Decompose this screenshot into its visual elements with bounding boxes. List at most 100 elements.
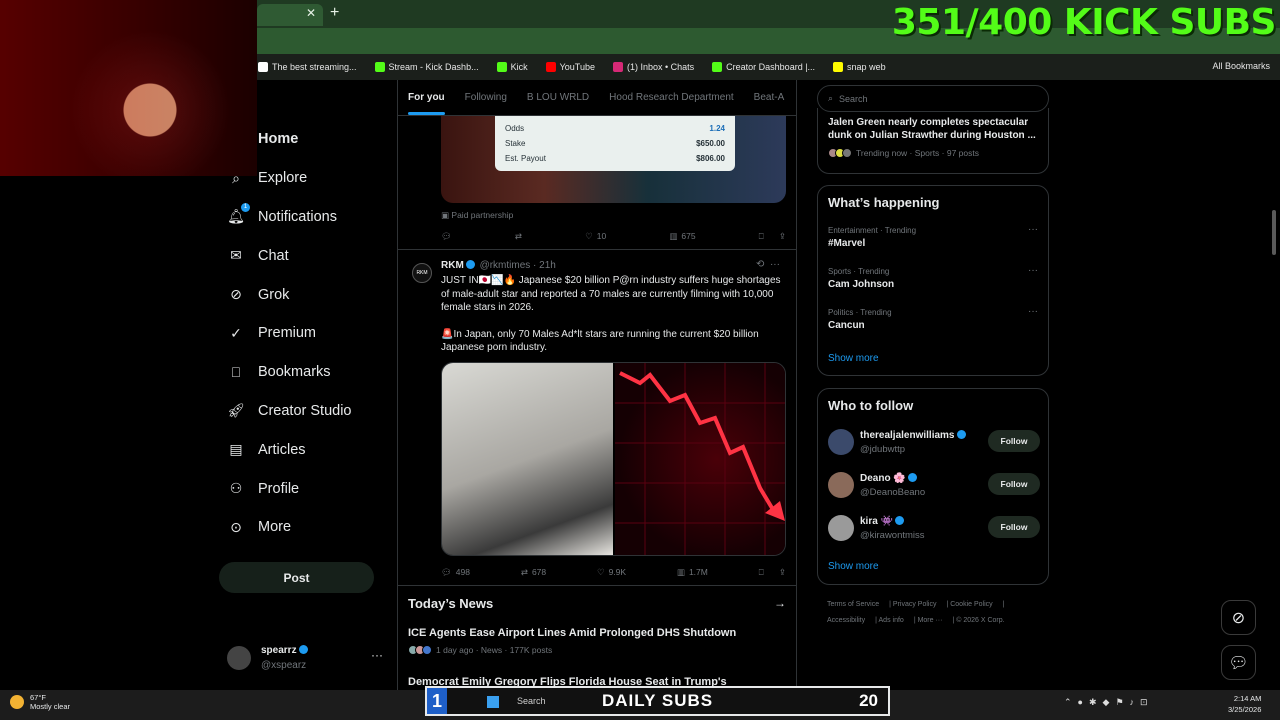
bookmark-item[interactable]: YouTube bbox=[545, 62, 595, 72]
news-headline[interactable]: ICE Agents Ease Airport Lines Amid Prolo… bbox=[408, 627, 736, 639]
trend-item[interactable]: Entertainment · Trending #Marvel ··· bbox=[828, 224, 1040, 249]
premium-icon: ✓ bbox=[230, 324, 242, 341]
nav-bookmarks[interactable]: ⎕ Bookmarks bbox=[218, 353, 388, 392]
more-icon[interactable]: ··· bbox=[1028, 224, 1038, 235]
downtrend-graphic bbox=[615, 363, 785, 555]
footer-link[interactable]: Cookie Policy bbox=[950, 601, 992, 608]
post-media[interactable]: Odds 1.24 Stake $650.00 Est. Payout $806.00 bbox=[441, 116, 786, 203]
account-switcher[interactable]: spearrz @xspearz ··· bbox=[227, 644, 387, 674]
arrow-right-icon[interactable]: → bbox=[774, 596, 786, 610]
chat-icon[interactable]: 💬︎ bbox=[1221, 645, 1256, 680]
nav-home[interactable]: Home bbox=[218, 120, 388, 159]
follow-button[interactable]: Follow bbox=[988, 516, 1040, 538]
search-input[interactable]: ⌕ Search bbox=[817, 85, 1049, 112]
post-time[interactable]: 21h bbox=[539, 260, 556, 271]
snapchat-icon bbox=[833, 62, 844, 72]
footer-link[interactable]: Accessibility bbox=[827, 617, 865, 624]
nav-creator-studio[interactable]: 🚀︎ Creator Studio bbox=[218, 392, 388, 431]
more-icon[interactable]: ··· bbox=[371, 648, 383, 662]
trending-now-card[interactable]: Jalen Green nearly completes spectacular… bbox=[817, 108, 1049, 174]
author-name[interactable]: RKM bbox=[441, 260, 464, 271]
follow-button[interactable]: Follow bbox=[988, 430, 1040, 452]
account-handle: @xspearz bbox=[261, 660, 307, 671]
reply-icon[interactable]: 💬︎ bbox=[441, 231, 452, 242]
nav-more[interactable]: ⊙ More bbox=[218, 508, 388, 547]
repost-button[interactable]: ⇄ 678 bbox=[521, 567, 546, 578]
trend-item[interactable]: Sports · Trending Cam Johnson ··· bbox=[828, 265, 1040, 290]
grok-icon[interactable]: ⊘ bbox=[1221, 600, 1256, 635]
tab-following[interactable]: Following bbox=[465, 92, 507, 103]
weather-widget[interactable]: 67°F Mostly clear bbox=[10, 693, 70, 711]
footer-link[interactable]: Terms of Service bbox=[827, 601, 879, 608]
scrollbar[interactable] bbox=[1272, 210, 1276, 255]
news-section-title[interactable]: Today’s News bbox=[408, 596, 493, 611]
grok-icon[interactable]: ⟲ bbox=[756, 259, 764, 270]
follow-suggestion[interactable]: kira 👾 @kirawontmiss Follow bbox=[828, 515, 1040, 545]
bookmark-icon[interactable]: ⎕ bbox=[759, 231, 764, 242]
new-tab-icon[interactable]: + bbox=[330, 4, 339, 22]
post-header: RKM @rkmtimes · 21h bbox=[441, 260, 556, 271]
bookmark-item[interactable]: The best streaming... bbox=[258, 62, 357, 72]
share-actions: ⎕ ⇪ bbox=[759, 231, 786, 242]
footer-link[interactable]: Privacy Policy bbox=[893, 601, 937, 608]
bookmark-icon[interactable]: ⎕ bbox=[759, 567, 764, 578]
follow-suggestion[interactable]: therealjalenwilliams @jdubwttp Follow bbox=[828, 429, 1040, 459]
moon-weather-icon bbox=[10, 695, 24, 709]
author-handle[interactable]: @rkmtimes bbox=[480, 260, 531, 271]
clock[interactable]: 2:14 AM 3/25/2026 bbox=[1228, 693, 1261, 715]
post-media[interactable] bbox=[441, 362, 786, 556]
more-icon[interactable]: ··· bbox=[1028, 265, 1038, 276]
system-tray[interactable]: ⌃●✱◆⚑♪⊡ bbox=[1064, 697, 1154, 708]
follow-button[interactable]: Follow bbox=[988, 473, 1040, 495]
post-photo[interactable] bbox=[615, 363, 785, 555]
taskbar-search[interactable]: Search bbox=[517, 696, 546, 706]
repost-icon[interactable]: ⇄ bbox=[515, 231, 522, 242]
bet-slip: Odds 1.24 Stake $650.00 Est. Payout $806.00 bbox=[495, 116, 735, 171]
tab-b-lou-wrld[interactable]: B LOU WRLD bbox=[527, 92, 589, 103]
show-more-link[interactable]: Show more bbox=[828, 561, 879, 572]
trend-item[interactable]: Politics · Trending Cancun ··· bbox=[828, 306, 1040, 331]
views-button[interactable]: ▥ 675 bbox=[669, 231, 695, 242]
bookmark-icon: ⎕ bbox=[231, 363, 241, 380]
nav-premium[interactable]: ✓ Premium bbox=[218, 314, 388, 353]
avatar bbox=[828, 429, 854, 455]
post-button[interactable]: Post bbox=[219, 562, 374, 593]
tab-beat-a[interactable]: Beat-A bbox=[754, 92, 785, 103]
like-button[interactable]: ♡ 10 bbox=[585, 231, 606, 242]
bookmark-item[interactable]: Stream - Kick Dashb... bbox=[374, 62, 479, 72]
nav-explore[interactable]: ⌕ Explore bbox=[218, 159, 388, 198]
more-icon[interactable]: ··· bbox=[770, 259, 780, 270]
daily-subs-count: 20 bbox=[859, 691, 878, 710]
more-icon[interactable]: ··· bbox=[1028, 306, 1038, 317]
post-photo[interactable] bbox=[442, 363, 613, 555]
bookmark-item[interactable]: Kick bbox=[496, 62, 528, 72]
kick-icon bbox=[496, 62, 507, 72]
share-icon[interactable]: ⇪ bbox=[779, 567, 786, 578]
nav-chat[interactable]: ✉ Chat bbox=[218, 236, 388, 275]
show-more-link[interactable]: Show more bbox=[828, 353, 879, 364]
bookmark-item[interactable]: (1) Inbox • Chats bbox=[612, 62, 694, 72]
post-options: ⟲ ··· bbox=[756, 259, 780, 270]
avatar[interactable]: RKM bbox=[412, 263, 432, 283]
reply-button[interactable]: 💬︎ 498 bbox=[441, 567, 470, 578]
mail-icon: ✉ bbox=[230, 247, 242, 264]
tab-hood-research[interactable]: Hood Research Department bbox=[609, 92, 734, 103]
all-bookmarks-button[interactable]: All Bookmarks bbox=[1212, 61, 1270, 71]
windows-start-icon[interactable] bbox=[487, 696, 499, 708]
nav-profile[interactable]: ⚇ Profile bbox=[218, 469, 388, 508]
paid-partnership-label: ▣ Paid partnership bbox=[441, 210, 514, 220]
follow-suggestion[interactable]: Deano 🌸 @DeanoBeano Follow bbox=[828, 472, 1040, 502]
close-tab-icon[interactable]: ✕ bbox=[306, 6, 316, 20]
views-button[interactable]: ▥ 1.7M bbox=[677, 567, 708, 578]
like-button[interactable]: ♡ 9.9K bbox=[597, 567, 626, 578]
nav-grok[interactable]: ⊘ Grok bbox=[218, 275, 388, 314]
share-icon[interactable]: ⇪ bbox=[779, 231, 786, 242]
notification-badge: 1 bbox=[241, 202, 250, 212]
nav-articles[interactable]: ▤ Articles bbox=[218, 430, 388, 469]
footer-link[interactable]: Ads info bbox=[879, 617, 904, 624]
bookmark-item[interactable]: Creator Dashboard |... bbox=[712, 62, 815, 72]
tab-for-you[interactable]: For you bbox=[408, 92, 445, 115]
bookmark-item[interactable]: snap web bbox=[833, 62, 886, 72]
footer-link[interactable]: More ··· bbox=[918, 617, 943, 624]
nav-notifications[interactable]: 🔔︎ 1 Notifications bbox=[218, 198, 388, 237]
